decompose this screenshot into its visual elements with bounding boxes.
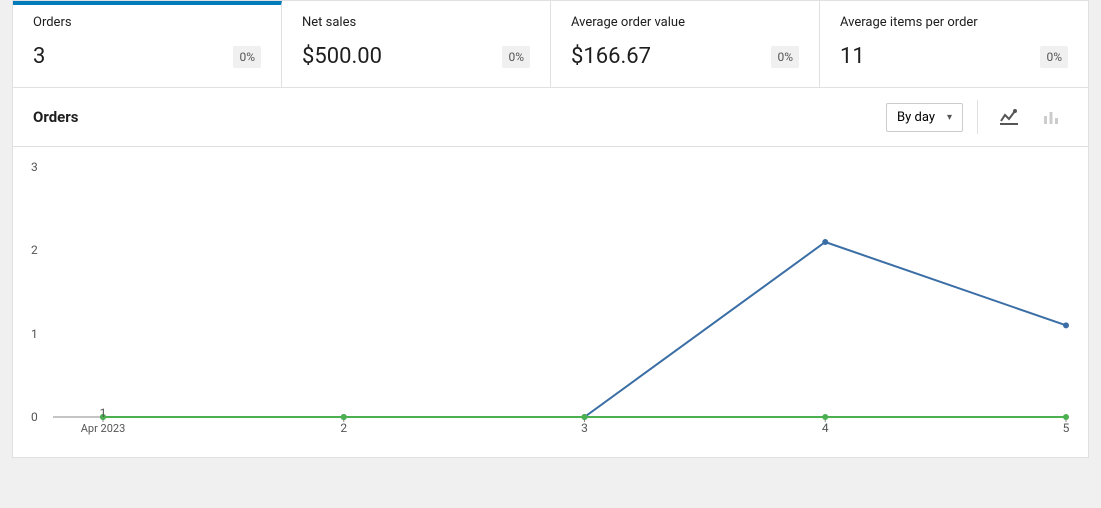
y-tick: 2: [31, 243, 38, 257]
bar-chart-icon[interactable]: [1034, 100, 1068, 134]
stat-card-avg-items-per-order[interactable]: Average items per order 11 0%: [820, 1, 1088, 87]
x-tick: 5: [1063, 421, 1070, 435]
chevron-down-icon: ▾: [947, 112, 952, 123]
x-tick: 4: [822, 421, 829, 435]
y-tick: 1: [31, 327, 38, 341]
y-tick: 3: [31, 160, 38, 174]
chart-panel: Orders By day ▾ 0 1 2 3 1Apr 2023 2 3 4 5: [12, 88, 1089, 458]
interval-select[interactable]: By day ▾: [886, 103, 963, 132]
interval-label: By day: [897, 110, 935, 125]
stat-label: Net sales: [302, 15, 530, 30]
chart-body: 0 1 2 3 1Apr 2023 2 3 4 5: [13, 147, 1088, 457]
stat-card-net-sales[interactable]: Net sales $500.00 0%: [282, 1, 551, 87]
stat-value: $166.67: [571, 44, 651, 69]
y-tick: 0: [31, 410, 38, 424]
stat-card-avg-order-value[interactable]: Average order value $166.67 0%: [551, 1, 820, 87]
chart-controls: By day ▾: [886, 100, 1068, 134]
stat-card-orders[interactable]: Orders 3 0%: [13, 1, 282, 87]
line-chart-icon[interactable]: [992, 100, 1026, 134]
x-tick: 2: [340, 421, 347, 435]
stat-label: Average items per order: [840, 15, 1068, 30]
plot-area: 01231Apr 20232345: [53, 167, 1068, 417]
x-tick: 3: [581, 421, 588, 435]
stat-label: Orders: [33, 15, 261, 30]
stat-value: 11: [840, 44, 865, 69]
plot-svg: [53, 167, 1068, 417]
stats-row: Orders 3 0% Net sales $500.00 0% Average…: [12, 0, 1089, 88]
stat-value: 3: [33, 44, 45, 69]
stat-delta: 0%: [502, 46, 530, 68]
divider: [977, 100, 978, 134]
chart-header: Orders By day ▾: [13, 88, 1088, 147]
stat-label: Average order value: [571, 15, 799, 30]
x-tick: 1Apr 2023: [81, 406, 126, 435]
stat-delta: 0%: [771, 46, 799, 68]
stat-delta: 0%: [1040, 46, 1068, 68]
chart-title: Orders: [33, 108, 78, 126]
stat-value: $500.00: [302, 44, 382, 69]
x-tick-sub: Apr 2023: [81, 422, 126, 435]
stat-delta: 0%: [233, 46, 261, 68]
